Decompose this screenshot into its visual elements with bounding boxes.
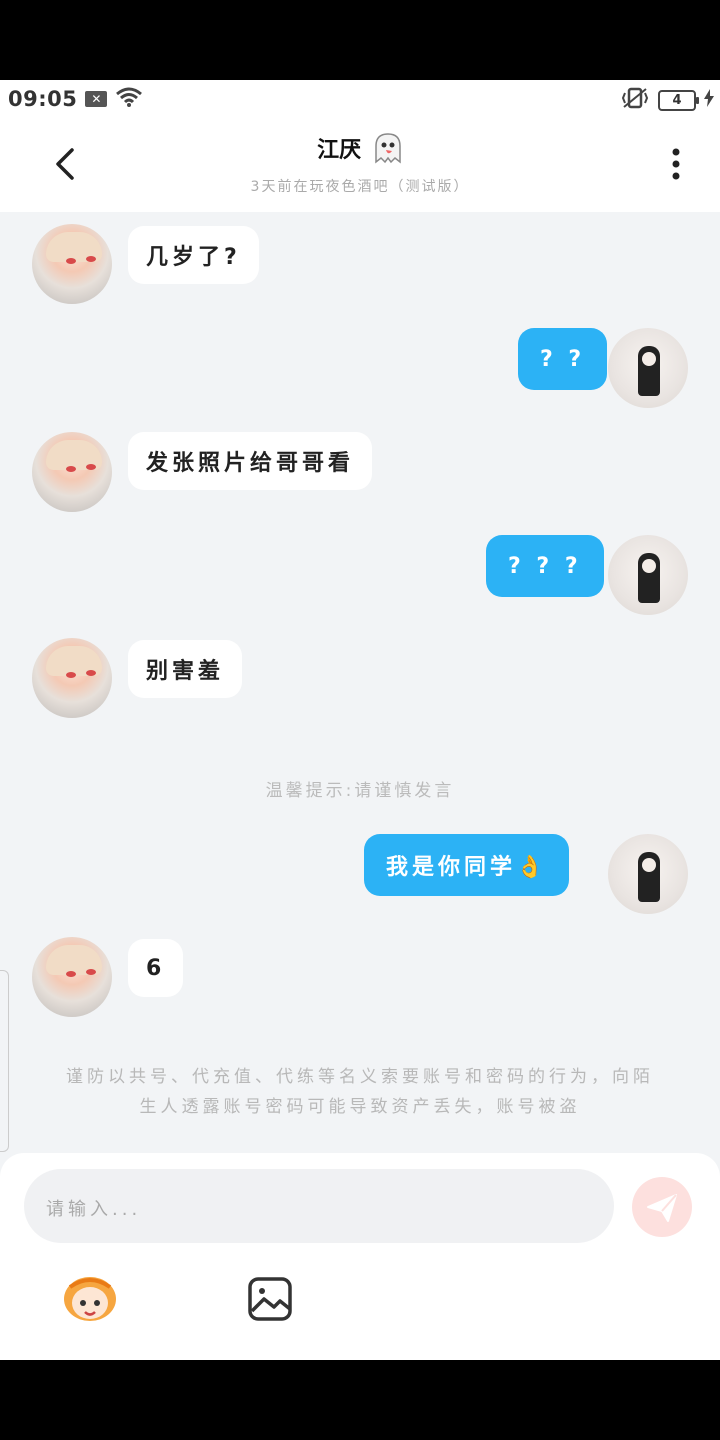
chevron-left-icon [56,148,74,180]
outgoing-message[interactable]: ? ? ? [486,535,604,597]
scrollbar[interactable] [0,970,9,1152]
status-bar: 09:05 ✕ 4 [0,80,720,118]
contact-avatar[interactable] [32,937,112,1017]
incoming-message[interactable]: 6 [128,939,184,997]
contact-avatar[interactable] [32,224,112,304]
my-avatar[interactable] [608,328,688,408]
chat-header: 江厌 3天前在玩夜色酒吧（测试版） [0,118,720,212]
message-list[interactable]: 几岁了? ? ? 发张照片给哥哥看 ? ? ? 别害羞 温馨提示:请谨慎发言 我… [0,212,720,1142]
vibrate-icon [620,87,650,113]
system-hint: 温馨提示:请谨慎发言 [265,781,455,801]
input-placeholder: 请输入... [46,1199,142,1220]
incoming-message[interactable]: 发张照片给哥哥看 [128,432,373,490]
incoming-message[interactable]: 几岁了? [128,226,259,284]
charging-icon [704,89,714,111]
more-vertical-icon [672,148,680,180]
chat-screen: 09:05 ✕ 4 江厌 3天前在玩夜色酒吧（测试版） 几岁了? ? ? 发张照… [0,80,720,1360]
contact-avatar[interactable] [32,432,112,512]
chat-title-block: 江厌 3天前在玩夜色酒吧（测试版） [200,132,520,196]
ghost-emoji-icon [373,132,403,170]
incoming-message[interactable]: 别害羞 [128,640,243,698]
emoji-avatar-icon [64,1277,116,1321]
wifi-icon [115,86,143,112]
security-notice: 谨防以共号、代充值、代练等名义索要账号和密码的行为，向陌生人透露账号密码可能导致… [66,1067,654,1117]
chat-title: 江厌 [200,132,520,170]
chat-subtitle: 3天前在玩夜色酒吧（测试版） [250,179,470,195]
status-time: 09:05 [8,87,78,111]
battery-indicator: 4 [658,89,699,111]
message-composer: 请输入... [0,1153,720,1360]
contact-avatar[interactable] [32,638,112,718]
more-options-button[interactable] [660,142,692,186]
contact-name: 江厌 [317,138,362,163]
back-button[interactable] [44,142,84,186]
send-icon [647,1194,677,1222]
status-right: 4 [620,87,714,113]
image-button[interactable] [246,1275,294,1323]
my-avatar[interactable] [608,535,688,615]
my-avatar[interactable] [608,834,688,914]
outgoing-message[interactable]: ? ? [518,328,608,390]
outgoing-message[interactable]: 我是你同学👌 [364,834,570,896]
message-input[interactable]: 请输入... [24,1169,614,1243]
send-button[interactable] [632,1177,692,1237]
emoji-button[interactable] [60,1273,120,1325]
notification-x-icon: ✕ [85,91,108,107]
image-icon [248,1277,292,1321]
